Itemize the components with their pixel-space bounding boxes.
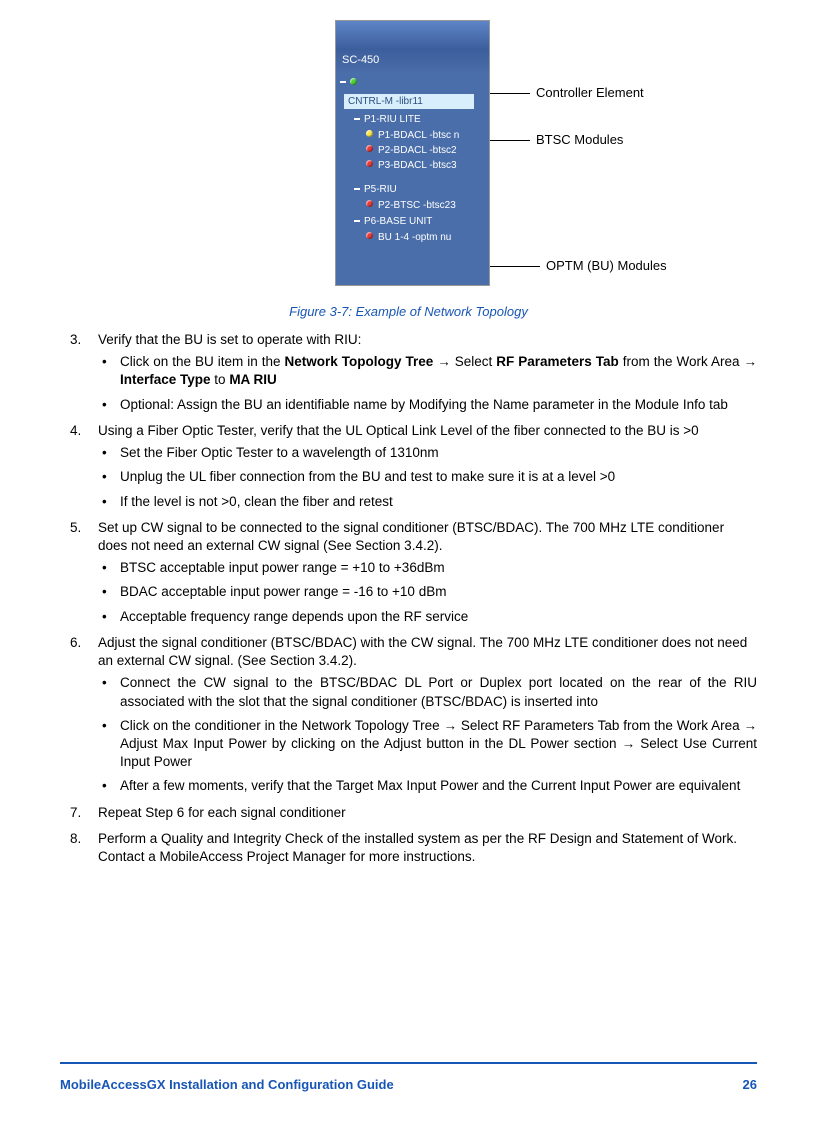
footer-title: MobileAccessGX Installation and Configur… xyxy=(60,1077,394,1092)
footer-divider xyxy=(60,1062,757,1064)
ss-band: SC-450 xyxy=(336,49,489,73)
status-dot-icon xyxy=(366,130,373,137)
ss-p1s3: P3-BDACL -btsc3 xyxy=(336,158,489,173)
callout-btsc: BTSC Modules xyxy=(490,132,623,147)
step-6-bullet-2: Click on the conditioner in the Network … xyxy=(116,717,757,772)
step-8: Perform a Quality and Integrity Check of… xyxy=(98,830,757,866)
ss-p1: P1-RIU LITE xyxy=(336,111,489,128)
step-7: Repeat Step 6 for each signal conditione… xyxy=(98,804,757,822)
status-dot-icon xyxy=(366,232,373,239)
ss-p1s1: P1-BDACL -btsc n xyxy=(336,128,489,143)
step-3-bullet-1: Click on the BU item in the Network Topo… xyxy=(116,353,757,389)
page-footer: MobileAccessGX Installation and Configur… xyxy=(60,1077,757,1092)
step-4-bullet-2: Unplug the UL fiber connection from the … xyxy=(116,468,757,486)
ss-p1s2: P2-BDACL -btsc2 xyxy=(336,143,489,158)
step-3: Verify that the BU is set to operate wit… xyxy=(98,331,757,414)
callout-controller: Controller Element xyxy=(490,85,644,100)
step-6-bullet-3: After a few moments, verify that the Tar… xyxy=(116,777,757,795)
step-3-bullet-2: Optional: Assign the BU an identifiable … xyxy=(116,396,757,414)
status-dot-icon xyxy=(366,145,373,152)
step-5: Set up CW signal to be connected to the … xyxy=(98,519,757,626)
callout-optm: OPTM (BU) Modules xyxy=(490,258,667,273)
ss-cntrl-box: CNTRL-M -libr11 xyxy=(344,94,474,109)
footer-page-number: 26 xyxy=(743,1077,757,1092)
step-6: Adjust the signal conditioner (BTSC/BDAC… xyxy=(98,634,757,796)
step-4-bullet-1: Set the Fiber Optic Tester to a waveleng… xyxy=(116,444,757,462)
status-dot-icon xyxy=(366,200,373,207)
ss-p6: P6-BASE UNIT xyxy=(336,213,489,230)
step-4-bullet-3: If the level is not >0, clean the fiber … xyxy=(116,493,757,511)
figure-caption: Figure 3-7: Example of Network Topology xyxy=(60,304,757,319)
ss-p5: P5-RIU xyxy=(336,181,489,198)
ss-p5s1: P2-BTSC -btsc23 xyxy=(336,198,489,213)
step-5-bullet-1: BTSC acceptable input power range = +10 … xyxy=(116,559,757,577)
topology-screenshot-region: SC-450 CNTRL-M -libr11 P1-RIU LITE P1-BD… xyxy=(60,20,757,300)
screenshot-image: SC-450 CNTRL-M -libr11 P1-RIU LITE P1-BD… xyxy=(335,20,490,286)
step-5-bullet-2: BDAC acceptable input power range = -16 … xyxy=(116,583,757,601)
step-5-bullet-3: Acceptable frequency range depends upon … xyxy=(116,608,757,626)
step-4: Using a Fiber Optic Tester, verify that … xyxy=(98,422,757,511)
status-dot-icon xyxy=(350,78,357,85)
ss-p6s1: BU 1-4 -optm nu xyxy=(336,230,489,245)
step-6-bullet-1: Connect the CW signal to the BTSC/BDAC D… xyxy=(116,674,757,710)
status-dot-icon xyxy=(366,160,373,167)
